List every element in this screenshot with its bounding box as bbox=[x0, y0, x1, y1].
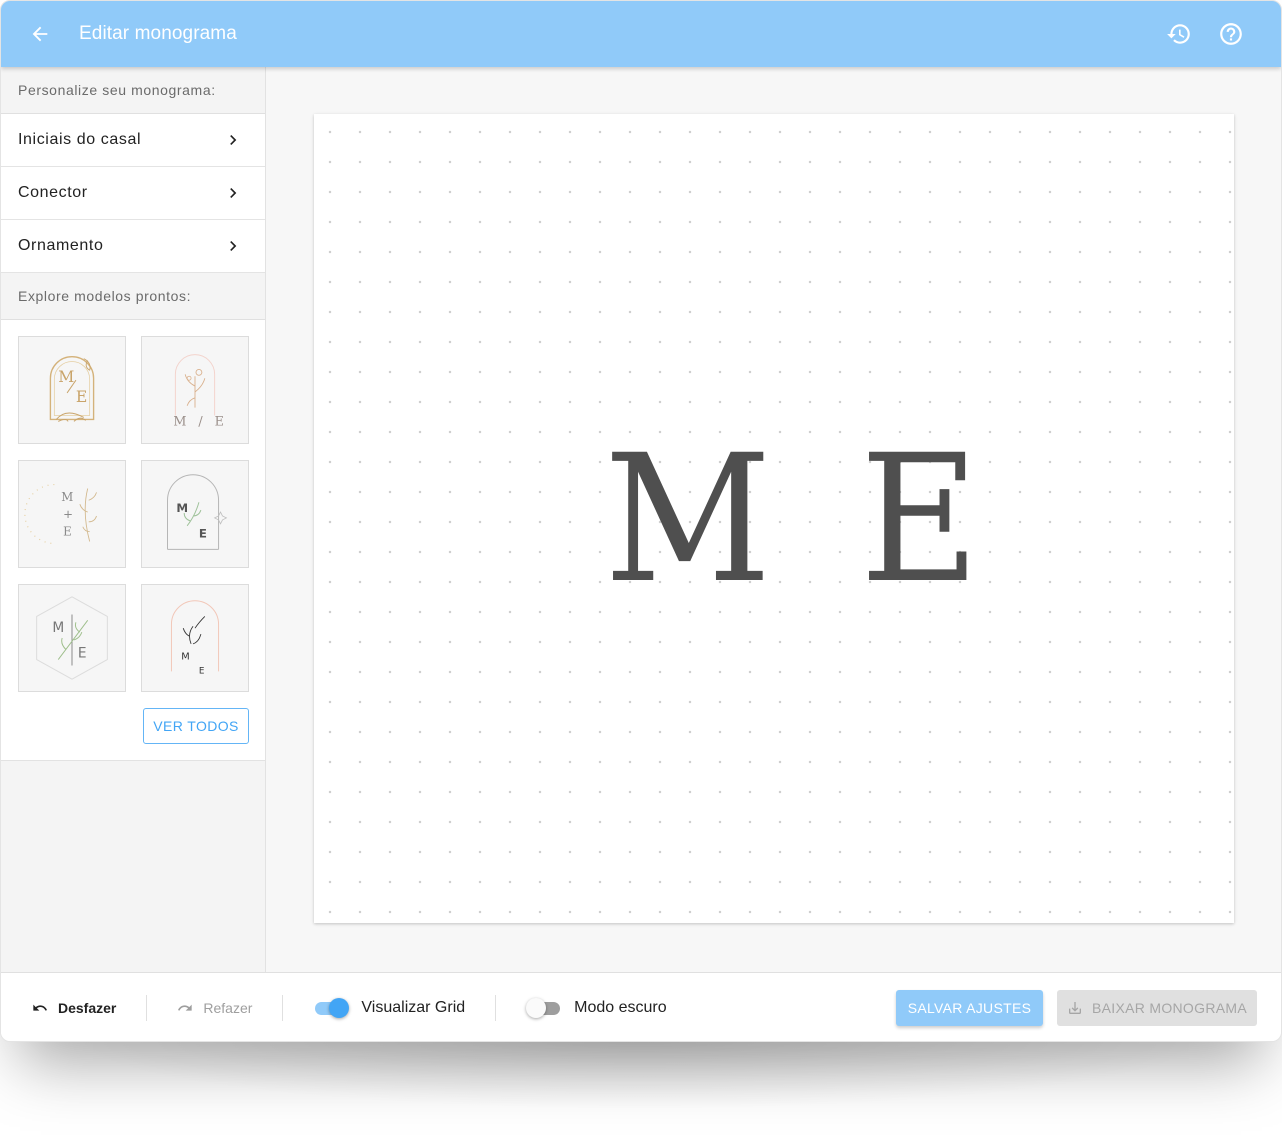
grid-toggle[interactable]: Visualizar Grid bbox=[313, 998, 465, 1018]
template-thumbnail-3[interactable]: M + E bbox=[18, 460, 126, 568]
canvas-area: M E bbox=[267, 67, 1281, 972]
menu-item-ornament[interactable]: Ornamento bbox=[1, 220, 265, 273]
help-circle-icon bbox=[1220, 23, 1242, 45]
dark-mode-switch[interactable] bbox=[526, 998, 562, 1018]
template-preview-sprig: M + E bbox=[24, 483, 97, 545]
template-preview-arch-branch: M E bbox=[167, 474, 228, 550]
switch-knob bbox=[526, 998, 547, 1018]
download-label: BAIXAR MONOGRAMA bbox=[1092, 1000, 1247, 1016]
undo-button[interactable]: Desfazer bbox=[32, 1000, 116, 1016]
svg-text:M: M bbox=[176, 501, 188, 515]
svg-text:M: M bbox=[52, 620, 64, 636]
monogram-initial-1[interactable]: M bbox=[604, 432, 772, 608]
menu-item-connector[interactable]: Conector bbox=[1, 167, 265, 220]
help-button[interactable] bbox=[1205, 1, 1257, 67]
menu-item-label: Iniciais do casal bbox=[18, 131, 142, 148]
grid-switch[interactable] bbox=[313, 998, 350, 1018]
back-button[interactable] bbox=[1, 1, 79, 67]
templates-grid: M E M / E M + E M E M E M E bbox=[18, 336, 249, 692]
template-preview-hexagon: M E bbox=[36, 596, 108, 680]
template-thumbnail-1[interactable]: M E bbox=[18, 336, 126, 444]
template-thumbnail-2[interactable]: M / E bbox=[141, 336, 249, 444]
toolbar-divider bbox=[495, 995, 497, 1021]
template-thumbnail-4[interactable]: M E bbox=[141, 460, 249, 568]
dark-mode-label: Modo escuro bbox=[574, 999, 667, 1016]
download-button[interactable]: BAIXAR MONOGRAMA bbox=[1057, 990, 1257, 1026]
svg-text:M / E: M / E bbox=[173, 414, 227, 429]
svg-text:E: E bbox=[78, 646, 87, 662]
customize-heading: Personalize seu monograma: bbox=[1, 67, 265, 114]
redo-icon bbox=[178, 1004, 193, 1011]
svg-text:M: M bbox=[61, 490, 73, 504]
window-shadow bbox=[70, 1040, 1210, 1110]
chevron-right-icon bbox=[230, 188, 237, 198]
dark-mode-toggle[interactable]: Modo escuro bbox=[526, 998, 667, 1018]
history-button[interactable] bbox=[1153, 1, 1205, 67]
explore-heading: Explore modelos prontos: bbox=[1, 273, 265, 320]
app-bar: Editar monograma bbox=[1, 1, 1281, 67]
template-preview-floral-arch: M / E bbox=[173, 354, 227, 429]
template-thumbnail-6[interactable]: M E bbox=[141, 584, 249, 692]
redo-label: Refazer bbox=[203, 1000, 253, 1016]
template-preview-gold-arch: M E bbox=[49, 355, 95, 422]
history-icon bbox=[1167, 24, 1190, 44]
switch-knob bbox=[329, 998, 350, 1018]
svg-text:E: E bbox=[63, 525, 72, 539]
page-title: Editar monograma bbox=[79, 23, 237, 44]
menu-item-label: Conector bbox=[18, 184, 88, 201]
svg-text:M: M bbox=[58, 367, 74, 386]
app-window: Editar monograma Personalize seu monogra… bbox=[0, 0, 1282, 1042]
monogram-canvas[interactable]: M E bbox=[314, 114, 1234, 923]
menu-item-label: Ornamento bbox=[18, 237, 104, 254]
download-icon bbox=[1069, 1002, 1082, 1014]
monogram-initial-2[interactable]: E bbox=[860, 432, 979, 608]
templates-panel: M E M / E M + E M E M E M E VER TODOS bbox=[1, 320, 265, 761]
undo-icon bbox=[33, 1004, 47, 1011]
bottom-toolbar: Desfazer Refazer Visualizar Grid Modo es… bbox=[1, 972, 1281, 1041]
view-all-button[interactable]: VER TODOS bbox=[143, 708, 249, 744]
svg-text:+: + bbox=[63, 507, 73, 521]
sidebar: Personalize seu monograma: Iniciais do c… bbox=[1, 67, 266, 972]
chevron-right-icon bbox=[230, 135, 237, 145]
save-button[interactable]: SALVAR AJUSTES bbox=[896, 990, 1043, 1026]
toolbar-divider bbox=[282, 995, 284, 1021]
toolbar-divider bbox=[146, 995, 148, 1021]
redo-button[interactable]: Refazer bbox=[177, 1000, 252, 1016]
arrow-left-icon bbox=[32, 26, 48, 42]
template-thumbnail-5[interactable]: M E bbox=[18, 584, 126, 692]
chevron-right-icon bbox=[230, 241, 237, 251]
svg-text:M: M bbox=[181, 652, 189, 663]
svg-text:E: E bbox=[76, 387, 87, 406]
template-preview-line-art: M E bbox=[170, 600, 220, 676]
svg-text:E: E bbox=[199, 666, 205, 676]
svg-text:E: E bbox=[199, 527, 207, 541]
menu-item-initials[interactable]: Iniciais do casal bbox=[1, 114, 265, 167]
undo-label: Desfazer bbox=[58, 1000, 117, 1016]
grid-toggle-label: Visualizar Grid bbox=[361, 999, 466, 1016]
